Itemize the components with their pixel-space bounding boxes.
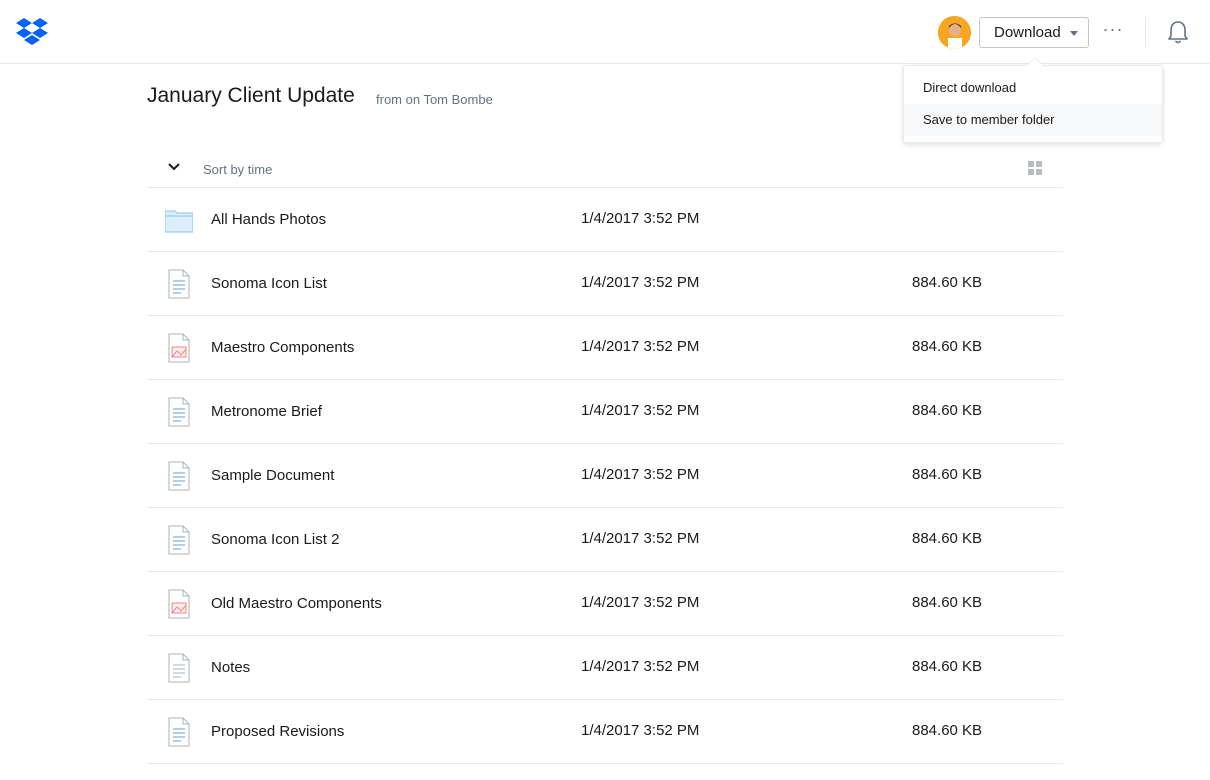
file-name[interactable]: Metronome Brief [211, 403, 322, 420]
sort-label[interactable]: Sort by time [203, 162, 272, 177]
document-icon [165, 269, 193, 299]
file-name[interactable]: Sample Document [211, 467, 334, 484]
file-name[interactable]: Proposed Revisions [211, 723, 344, 740]
file-name[interactable]: All Hands Photos [211, 211, 326, 228]
file-modified-time: 1/4/2017 3:52 PM [581, 338, 700, 355]
header-divider [1145, 17, 1146, 47]
file-modified-time: 1/4/2017 3:52 PM [581, 466, 700, 483]
download-button[interactable]: Download [979, 17, 1089, 48]
more-options-button[interactable]: ··· [1100, 20, 1126, 44]
top-bar: Download ··· [0, 0, 1210, 64]
file-name[interactable]: Sonoma Icon List [211, 275, 327, 292]
file-size: 884.60 KB [912, 658, 983, 675]
caret-down-icon [1070, 31, 1078, 36]
bell-icon[interactable] [1166, 19, 1190, 45]
file-modified-time: 1/4/2017 3:52 PM [581, 658, 700, 675]
file-size: 884.60 KB [912, 722, 983, 739]
file-name[interactable]: Maestro Components [211, 339, 354, 356]
file-size: 884.60 KB [912, 594, 983, 611]
file-modified-time: 1/4/2017 3:52 PM [581, 210, 700, 227]
file-list: All Hands Photos 1/4/2017 3:52 PM Sonoma I… [147, 188, 1063, 764]
document-icon [165, 717, 193, 747]
file-modified-time: 1/4/2017 3:52 PM [581, 274, 700, 291]
file-row[interactable]: Sample Document 1/4/2017 3:52 PM 884.60 KB [147, 444, 1063, 508]
menu-arrow [1027, 58, 1043, 66]
document-icon [165, 461, 193, 491]
file-size: 884.60 KB [912, 274, 983, 291]
page-subtitle: from on Tom Bombe [376, 92, 493, 107]
file-name[interactable]: Notes [211, 659, 250, 676]
file-size: 884.60 KB [912, 338, 983, 355]
file-row[interactable]: Sonoma Icon List 2 1/4/2017 3:52 PM 884.60… [147, 508, 1063, 572]
page-title: January Client Update [147, 84, 355, 107]
chevron-down-icon[interactable] [167, 160, 181, 174]
file-row[interactable]: Old Maestro Components 1/4/2017 3:52 PM 88… [147, 572, 1063, 636]
image-file-icon [165, 589, 193, 619]
dropbox-logo-icon[interactable] [16, 16, 48, 48]
document-icon [165, 397, 193, 427]
user-avatar[interactable] [938, 16, 971, 49]
file-modified-time: 1/4/2017 3:52 PM [581, 594, 700, 611]
file-size: 884.60 KB [912, 402, 983, 419]
document-icon [165, 525, 193, 555]
folder-icon [164, 205, 194, 235]
menu-item-direct-download[interactable]: Direct download [904, 72, 1162, 104]
download-menu: Direct download Save to member folder [903, 58, 1163, 143]
sort-bar: Sort by time [147, 150, 1063, 188]
ellipsis-icon: ··· [1102, 19, 1124, 39]
grid-view-icon[interactable] [1028, 161, 1042, 175]
file-modified-time: 1/4/2017 3:52 PM [581, 530, 700, 547]
file-modified-time: 1/4/2017 3:52 PM [581, 722, 700, 739]
file-row[interactable]: Proposed Revisions 1/4/2017 3:52 PM 884.60… [147, 700, 1063, 764]
file-row[interactable]: All Hands Photos 1/4/2017 3:52 PM [147, 188, 1063, 252]
file-name[interactable]: Sonoma Icon List 2 [211, 531, 339, 548]
text-file-icon [165, 653, 193, 683]
file-row[interactable]: Maestro Components 1/4/2017 3:52 PM 884.60… [147, 316, 1063, 380]
file-size: 884.60 KB [912, 466, 983, 483]
file-name[interactable]: Old Maestro Components [211, 595, 382, 612]
menu-item-save-to-member-folder[interactable]: Save to member folder [904, 104, 1162, 136]
image-file-icon [165, 333, 193, 363]
file-modified-time: 1/4/2017 3:52 PM [581, 402, 700, 419]
download-button-label: Download [994, 24, 1061, 41]
file-row[interactable]: Notes 1/4/2017 3:52 PM 884.60 KB [147, 636, 1063, 700]
file-row[interactable]: Sonoma Icon List 1/4/2017 3:52 PM 884.60 K… [147, 252, 1063, 316]
file-row[interactable]: Metronome Brief 1/4/2017 3:52 PM 884.60 KB [147, 380, 1063, 444]
file-size: 884.60 KB [912, 530, 983, 547]
